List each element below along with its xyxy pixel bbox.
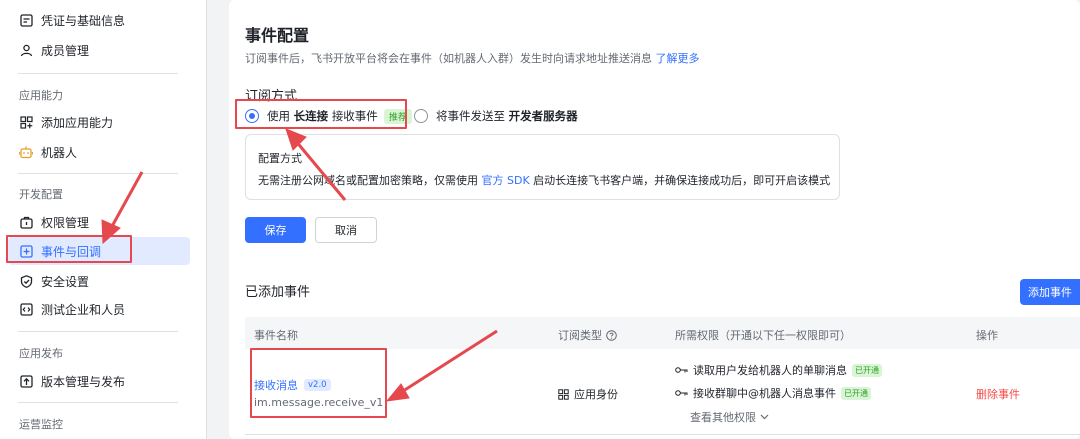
permission-icon: [19, 215, 33, 229]
nav-label: 权限管理: [41, 215, 90, 230]
key-icon: [675, 366, 688, 374]
nav-item-add-capability[interactable]: 添加应用能力: [8, 108, 190, 136]
save-button[interactable]: 保存: [245, 217, 306, 243]
sidebar: 凭证与基础信息 成员管理 应用能力 添加应用能力 机器人 开发配置 权限管理 事…: [0, 0, 207, 439]
added-events-title: 已添加事件: [245, 285, 311, 300]
divider: [18, 402, 178, 403]
permission-label: 接收群聊中@机器人消息事件: [693, 387, 836, 400]
section-title-ops: 运营监控: [19, 418, 63, 431]
config-info-box: [245, 134, 840, 200]
view-more-label[interactable]: 查看其他权限: [690, 409, 756, 425]
nav-item-version-release[interactable]: 版本管理与发布: [8, 367, 190, 395]
column-header-subscription-type: 订阅类型: [558, 327, 617, 343]
status-badge: 已开通: [841, 386, 871, 400]
official-sdk-link[interactable]: 官方 SDK: [482, 174, 530, 187]
grid-add-icon: [19, 115, 33, 129]
test-icon: [19, 302, 33, 316]
subscription-type-cell: 应用身份: [558, 386, 618, 402]
page-description: 订阅事件后，飞书开放平台将会在事件（如机器人入群）发生时向请求地址推送消息 了解…: [245, 50, 700, 66]
subscription-type: 应用身份: [574, 388, 618, 401]
shield-icon: [19, 274, 33, 288]
config-title: 配置方式: [258, 152, 302, 165]
view-more-permissions[interactable]: 查看其他权限: [690, 409, 769, 425]
config-desc-prefix: 无需注册公网域名或配置加密策略，仅需使用: [258, 174, 478, 187]
nav-item-credentials[interactable]: 凭证与基础信息: [8, 6, 190, 34]
permission-item: 接收群聊中@机器人消息事件 已开通: [675, 385, 871, 401]
config-description: 无需注册公网域名或配置加密策略，仅需使用 官方 SDK 启动长连接飞书客户端，并…: [258, 172, 830, 188]
column-header-actions: 操作: [976, 329, 998, 342]
divider: [18, 331, 178, 332]
cancel-button[interactable]: 取消: [315, 217, 377, 243]
nav-label: 凭证与基础信息: [41, 13, 126, 28]
highlight-box-option: [235, 99, 407, 129]
page-title: 事件配置: [245, 26, 310, 45]
nav-item-security[interactable]: 安全设置: [8, 267, 190, 295]
column-header-event-name: 事件名称: [254, 329, 298, 342]
nav-label: 成员管理: [41, 43, 90, 58]
column-header-label: 订阅类型: [558, 329, 602, 342]
chevron-down-icon[interactable]: [760, 414, 769, 420]
option-label: 将事件发送至 开发者服务器: [436, 108, 578, 124]
config-desc-suffix: 启动长连接飞书客户端，并确保连接成功后，即可开启该模式: [533, 174, 831, 187]
credential-icon: [19, 13, 33, 27]
nav-label: 添加应用能力: [41, 115, 114, 130]
nav-label: 测试企业和人员: [41, 302, 126, 317]
column-header-permissions: 所需权限（开通以下任一权限即可）: [675, 329, 851, 342]
learn-more-link[interactable]: 了解更多: [656, 52, 700, 65]
option-bold: 开发者服务器: [508, 109, 578, 123]
permission-item: 读取用户发给机器人的单聊消息 已开通: [675, 362, 882, 378]
highlight-box-sidebar: [6, 235, 132, 263]
nav-item-robot[interactable]: 机器人: [8, 138, 190, 166]
table-header: [245, 317, 1080, 349]
section-title-capabilities: 应用能力: [19, 89, 63, 102]
nav-label: 版本管理与发布: [41, 374, 126, 389]
option-prefix: 将事件发送至: [436, 109, 505, 123]
member-icon: [19, 43, 33, 57]
description-text: 订阅事件后，飞书开放平台将会在事件（如机器人入群）发生时向请求地址推送消息: [245, 52, 652, 65]
highlight-box-event: [250, 348, 387, 418]
radio-unchecked-icon[interactable]: [414, 109, 428, 123]
upload-icon: [19, 374, 33, 388]
nav-item-permissions[interactable]: 权限管理: [8, 208, 190, 236]
nav-label: 安全设置: [41, 274, 90, 289]
divider: [18, 73, 178, 74]
section-title-dev-config: 开发配置: [19, 188, 63, 201]
delete-event-button[interactable]: 删除事件: [976, 386, 1020, 402]
help-icon[interactable]: [606, 329, 617, 341]
add-event-button[interactable]: 添加事件: [1020, 279, 1080, 305]
radio-option-developer-server[interactable]: 将事件发送至 开发者服务器: [414, 106, 578, 126]
key-icon: [675, 389, 688, 397]
divider: [18, 173, 178, 174]
robot-icon: [19, 145, 33, 159]
nav-item-members[interactable]: 成员管理: [8, 36, 190, 64]
status-badge: 已开通: [852, 363, 882, 377]
section-title-release: 应用发布: [19, 347, 63, 360]
permission-label: 读取用户发给机器人的单聊消息: [693, 364, 847, 377]
app-identity-icon: [558, 388, 569, 400]
nav-item-test-org[interactable]: 测试企业和人员: [8, 295, 190, 323]
nav-label: 机器人: [41, 145, 78, 160]
table-row-divider: [245, 434, 1080, 435]
